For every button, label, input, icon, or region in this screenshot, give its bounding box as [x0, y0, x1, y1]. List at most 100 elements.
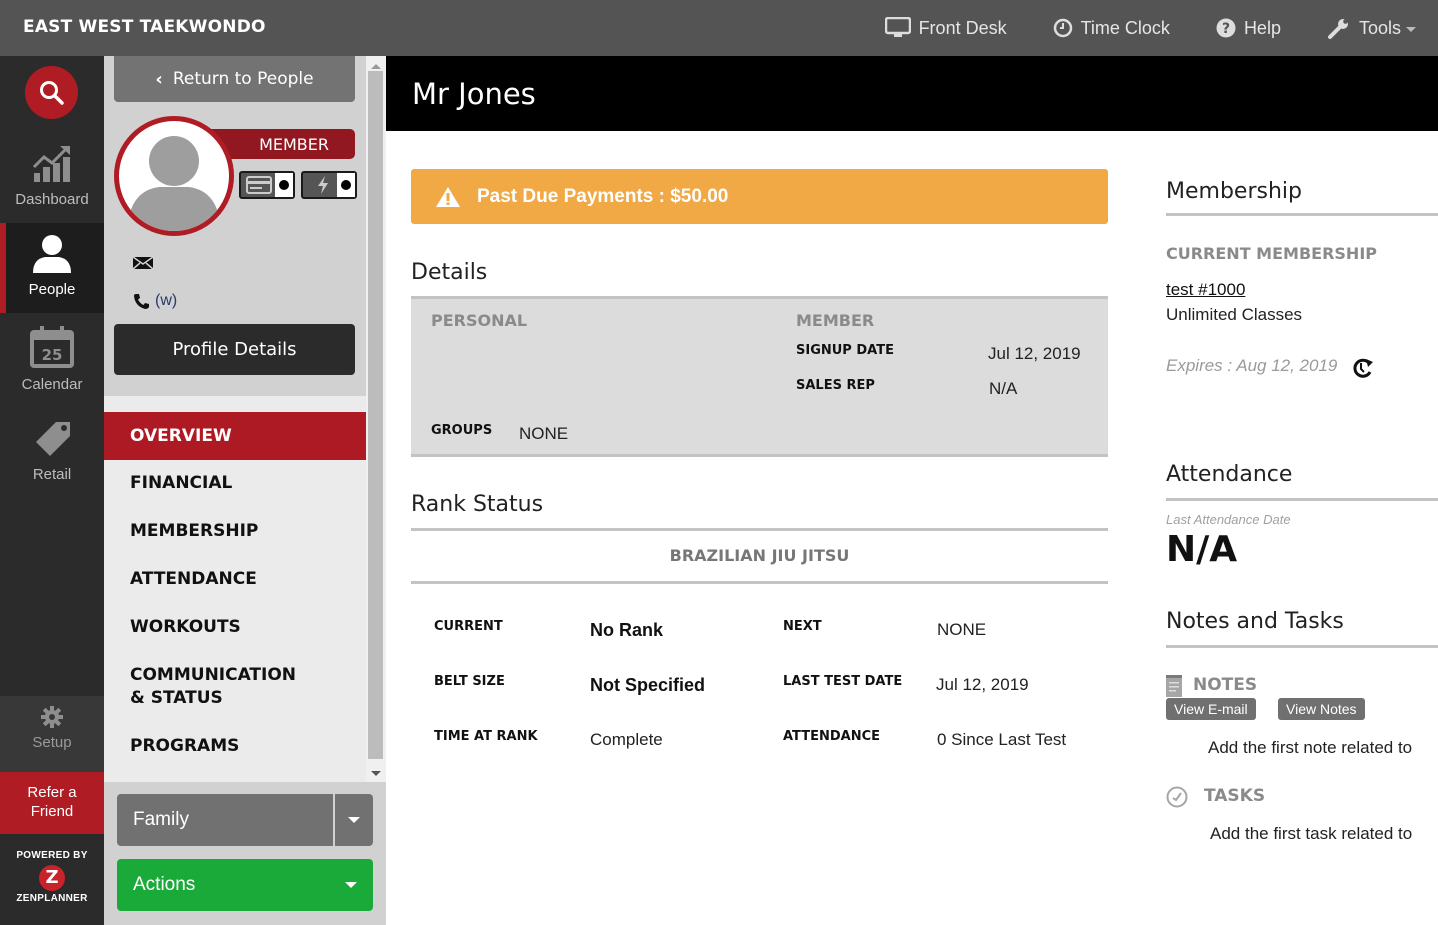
phone-label: (w) — [155, 292, 178, 309]
groups-label: GROUPS — [431, 423, 493, 438]
attendance-label: ATTENDANCE — [783, 729, 880, 744]
chevron-down-icon — [1406, 27, 1416, 32]
groups-value: NONE — [519, 424, 569, 443]
search-icon — [39, 80, 64, 105]
membership-divider — [1166, 213, 1438, 216]
subnav-communication-status[interactable]: COMMUNICATION & STATUS — [104, 664, 366, 710]
front-desk-label: Front Desk — [918, 17, 1007, 38]
rail-item-retail[interactable]: Retail — [0, 420, 104, 490]
attendance-divider — [1166, 498, 1438, 501]
tasks-empty-text[interactable]: Add the first task related to — [1210, 824, 1412, 844]
sales-rep-value: N/A — [989, 379, 1018, 398]
member-label: MEMBER — [796, 311, 875, 330]
help-link[interactable]: ? Help — [1216, 18, 1281, 39]
tools-menu[interactable]: Tools — [1327, 16, 1416, 40]
subnav-financial[interactable]: FINANCIAL — [104, 472, 366, 495]
rail-label-setup: Setup — [32, 734, 72, 751]
time-clock-link[interactable]: Time Clock — [1053, 18, 1170, 39]
refer-a-friend-button[interactable]: Refer a Friend — [0, 772, 104, 834]
notes-icon — [1166, 675, 1182, 697]
membership-link[interactable]: test #1000 — [1166, 280, 1245, 300]
subnav-attendance[interactable]: ATTENDANCE — [104, 568, 366, 591]
credit-card-icon — [246, 176, 272, 194]
current-rank-value: No Rank — [590, 620, 664, 640]
rail-label-calendar: Calendar — [21, 376, 83, 393]
calendar-icon: 25 — [30, 326, 74, 368]
top-nav: Front Desk Time Clock ? Help Tools — [839, 0, 1416, 56]
rail-item-calendar[interactable]: 25 Calendar — [0, 326, 104, 398]
rail-item-people[interactable]: People — [0, 223, 104, 313]
person-header: Mr Jones — [386, 56, 1438, 131]
scroll-up-arrow-icon[interactable] — [371, 64, 381, 69]
view-email-button[interactable]: View E-mail — [1166, 698, 1256, 720]
sales-rep-label: SALES REP — [796, 378, 875, 393]
membership-expires: Expires : Aug 12, 2019 — [1166, 356, 1338, 375]
current-membership-label: CURRENT MEMBERSHIP — [1166, 244, 1377, 263]
default-avatar-icon — [127, 136, 221, 231]
actions-dropdown-button[interactable]: Actions — [117, 859, 373, 911]
chart-icon — [32, 146, 70, 182]
phone-contact[interactable]: (w) — [133, 292, 177, 310]
billing-toggle[interactable] — [239, 171, 295, 199]
time-at-rank-label: TIME AT RANK — [434, 729, 538, 744]
tools-label: Tools — [1358, 17, 1401, 38]
subnav-workouts[interactable]: WORKOUTS — [104, 616, 366, 639]
status-toggles — [239, 171, 357, 199]
chevron-down-icon — [348, 817, 360, 823]
clock-icon — [1053, 18, 1072, 38]
avatar[interactable] — [114, 116, 234, 236]
powered-by-zenplanner: POWERED BY Z ZENPLANNER — [0, 834, 104, 925]
notes-label: NOTES — [1193, 675, 1258, 695]
rail-item-setup[interactable]: Setup — [0, 696, 104, 772]
last-test-date-label: LAST TEST DATE — [783, 674, 903, 689]
family-dropdown-toggle[interactable] — [333, 794, 373, 846]
profile-subnav: OVERVIEW FINANCIAL MEMBERSHIP ATTENDANCE… — [104, 396, 366, 836]
tag-icon — [36, 422, 70, 456]
scroll-thumb[interactable] — [368, 71, 383, 759]
family-label: Family — [133, 809, 189, 830]
notes-empty-text[interactable]: Add the first note related to — [1208, 738, 1412, 758]
rank-discipline-header: BRAZILIAN JIU JITSU — [411, 528, 1108, 584]
profile-scrollbar[interactable] — [366, 56, 386, 782]
chevron-left-icon: ‹ — [155, 68, 163, 90]
wrench-icon — [1327, 19, 1348, 39]
past-due-alert[interactable]: Past Due Payments : $50.00 — [411, 169, 1108, 224]
person-icon — [33, 235, 71, 273]
view-notes-button[interactable]: View Notes — [1278, 698, 1365, 720]
tasks-clock-icon — [1166, 786, 1188, 808]
return-to-people-button[interactable]: ‹ Return to People — [114, 56, 355, 102]
tasks-label: TASKS — [1204, 786, 1266, 806]
front-desk-link[interactable]: Front Desk — [884, 17, 1007, 39]
email-contact[interactable] — [132, 256, 154, 275]
powered-by-label: POWERED BY — [16, 850, 88, 861]
time-clock-label: Time Clock — [1080, 17, 1170, 38]
subnav-communication-line2: & STATUS — [130, 688, 223, 708]
subnav-membership[interactable]: MEMBERSHIP — [104, 520, 366, 543]
gear-icon — [41, 706, 63, 728]
zenplanner-logo-icon: Z — [39, 865, 65, 891]
search-button[interactable] — [25, 66, 78, 119]
monitor-icon — [884, 17, 911, 37]
help-icon: ? — [1216, 18, 1236, 38]
left-rail: Dashboard People 25 Calendar Retail Setu… — [0, 56, 104, 925]
main-content: Past Due Payments : $50.00 Details PERSO… — [386, 131, 1438, 925]
subnav-overview[interactable]: OVERVIEW — [104, 412, 366, 460]
autopay-toggle[interactable] — [301, 171, 357, 199]
last-attendance-value: N/A — [1166, 529, 1238, 570]
actions-label: Actions — [133, 874, 196, 895]
discipline-name: BRAZILIAN JIU JITSU — [669, 546, 850, 565]
signup-date-label: SIGNUP DATE — [796, 343, 894, 358]
profile-details-button[interactable]: Profile Details — [114, 324, 355, 375]
family-button[interactable]: Family — [117, 794, 373, 846]
rail-label-retail: Retail — [32, 466, 72, 483]
details-panel: PERSONAL MEMBER SIGNUP DATE Jul 12, 2019… — [411, 296, 1108, 457]
next-rank-label: NEXT — [783, 619, 822, 634]
renew-icon[interactable] — [1352, 357, 1374, 379]
rail-item-dashboard[interactable]: Dashboard — [0, 140, 104, 222]
top-bar: EAST WEST TAEKWONDO Front Desk Time Cloc… — [0, 0, 1438, 56]
svg-text:25: 25 — [42, 346, 63, 364]
scroll-down-arrow-icon[interactable] — [371, 771, 381, 776]
subnav-programs[interactable]: PROGRAMS — [104, 735, 366, 758]
current-rank-label: CURRENT — [434, 619, 503, 634]
envelope-icon — [132, 256, 154, 270]
